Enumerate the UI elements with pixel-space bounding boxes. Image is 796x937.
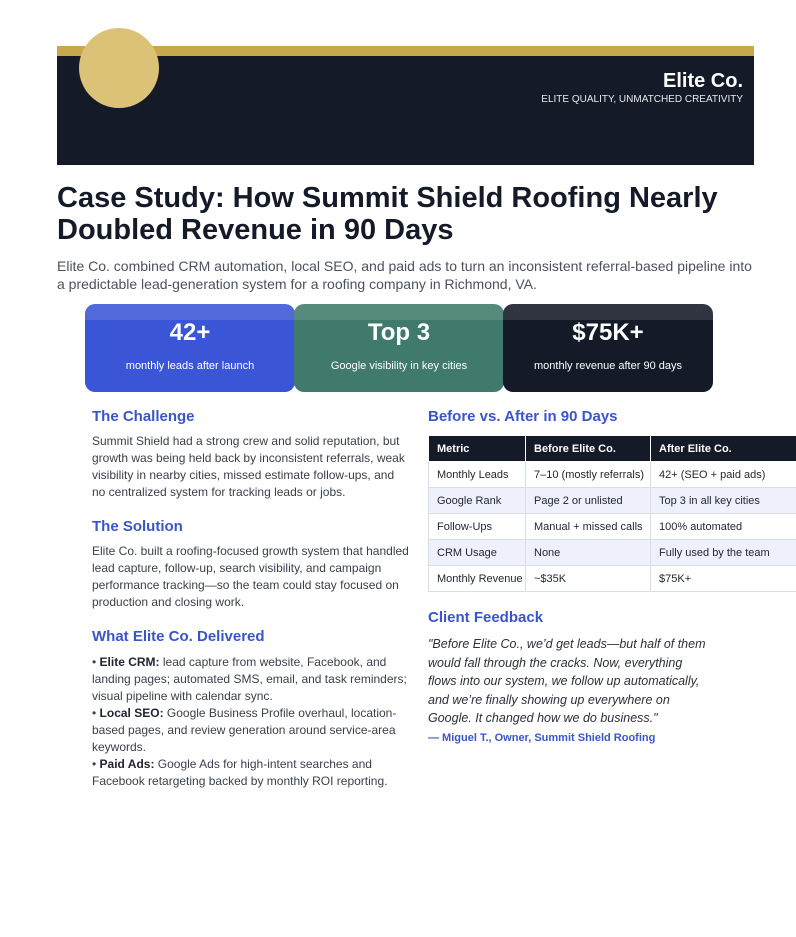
delivered-item-seo: • Local SEO: Google Business Profile ove… bbox=[92, 705, 410, 756]
delivered-item-crm: • Elite CRM: lead capture from website, … bbox=[92, 654, 410, 705]
table-cell: Manual + missed calls bbox=[525, 513, 651, 540]
stat-card-leads: 42+ monthly leads after launch bbox=[85, 304, 295, 392]
table-cell: Fully used by the team bbox=[650, 539, 796, 566]
table-row: CRM Usage None Fully used by the team bbox=[428, 539, 796, 566]
page-title: Case Study: How Summit Shield Roofing Ne… bbox=[57, 182, 718, 246]
table-cell: 7–10 (mostly referrals) bbox=[525, 461, 651, 488]
comparison-heading: Before vs. After in 90 Days bbox=[428, 408, 618, 425]
table-cell: Page 2 or unlisted bbox=[525, 487, 651, 514]
challenge-heading: The Challenge bbox=[92, 408, 195, 425]
header-accent-bar bbox=[57, 46, 754, 56]
stat-value: $75K+ bbox=[572, 319, 644, 346]
table-cell: 42+ (SEO + paid ads) bbox=[650, 461, 796, 488]
stat-label: monthly revenue after 90 days bbox=[534, 360, 682, 372]
delivered-item-label: Local SEO: bbox=[99, 706, 164, 720]
delivered-item-label: Paid Ads: bbox=[99, 757, 155, 771]
brand-block: Elite Co. ELITE QUALITY, UNMATCHED CREAT… bbox=[541, 70, 743, 106]
stat-card-visibility: Top 3 Google visibility in key cities bbox=[294, 304, 504, 392]
table-row: Monthly Revenue ~$35K $75K+ bbox=[428, 565, 796, 592]
table-cell: Top 3 in all key cities bbox=[650, 487, 796, 514]
client-quote: "Before Elite Co., we’d get leads—but ha… bbox=[428, 637, 706, 725]
table-cell: Google Rank bbox=[428, 487, 526, 514]
quote-author: — Miguel T., Owner, Summit Shield Roofin… bbox=[428, 731, 656, 744]
delivered-list: • Elite CRM: lead capture from website, … bbox=[92, 654, 410, 790]
stat-value: Top 3 bbox=[367, 319, 431, 346]
decorative-circle bbox=[79, 28, 159, 108]
stat-card-revenue: $75K+ monthly revenue after 90 days bbox=[503, 304, 713, 392]
delivered-item-label: Elite CRM: bbox=[99, 655, 160, 669]
delivered-item-ads: • Paid Ads: Google Ads for high-intent s… bbox=[92, 756, 410, 790]
stat-label: Google visibility in key cities bbox=[330, 360, 468, 372]
solution-section: The Solution Elite Co. built a roofing-f… bbox=[92, 517, 410, 611]
left-column: The Challenge Summit Shield had a strong… bbox=[92, 407, 410, 806]
challenge-section: The Challenge Summit Shield had a strong… bbox=[92, 407, 410, 501]
solution-heading: The Solution bbox=[92, 518, 183, 535]
bullet: • bbox=[92, 706, 100, 720]
feedback-heading: Client Feedback bbox=[428, 609, 544, 626]
table-header: Metric bbox=[428, 435, 526, 462]
stat-value: 42+ bbox=[169, 319, 211, 346]
bullet: • bbox=[92, 757, 100, 771]
stat-label: monthly leads after launch bbox=[125, 360, 255, 372]
table-row: Monthly Leads 7–10 (mostly referrals) 42… bbox=[428, 461, 796, 488]
table-header: Before Elite Co. bbox=[525, 435, 651, 462]
delivered-heading: What Elite Co. Delivered bbox=[92, 628, 265, 645]
challenge-text: Summit Shield had a strong crew and soli… bbox=[92, 434, 405, 499]
table-row: Google Rank Page 2 or unlisted Top 3 in … bbox=[428, 487, 796, 514]
brand-name: Elite Co. bbox=[662, 70, 743, 92]
comparison-table: Metric Before Elite Co. After Elite Co. … bbox=[428, 435, 796, 592]
table-row: Follow-Ups Manual + missed calls 100% au… bbox=[428, 513, 796, 540]
right-column: Before vs. After in 90 Days Metric Befor… bbox=[428, 407, 796, 744]
table-cell: Follow-Ups bbox=[428, 513, 526, 540]
delivered-section: What Elite Co. Delivered • Elite CRM: le… bbox=[92, 627, 410, 790]
table-cell: Monthly Leads bbox=[428, 461, 526, 488]
table-cell: $75K+ bbox=[650, 565, 796, 592]
table-cell: None bbox=[525, 539, 651, 566]
solution-text: Elite Co. built a roofing-focused growth… bbox=[92, 544, 409, 609]
table-cell: Monthly Revenue bbox=[428, 565, 526, 592]
table-header: After Elite Co. bbox=[650, 435, 796, 462]
table-cell: ~$35K bbox=[525, 565, 651, 592]
page-subtitle: Elite Co. combined CRM automation, local… bbox=[57, 258, 752, 292]
table-cell: CRM Usage bbox=[428, 539, 526, 566]
table-header-row: Metric Before Elite Co. After Elite Co. bbox=[428, 435, 796, 462]
bullet: • bbox=[92, 655, 100, 669]
table-cell: 100% automated bbox=[650, 513, 796, 540]
brand-tagline: ELITE QUALITY, UNMATCHED CREATIVITY bbox=[541, 94, 743, 105]
